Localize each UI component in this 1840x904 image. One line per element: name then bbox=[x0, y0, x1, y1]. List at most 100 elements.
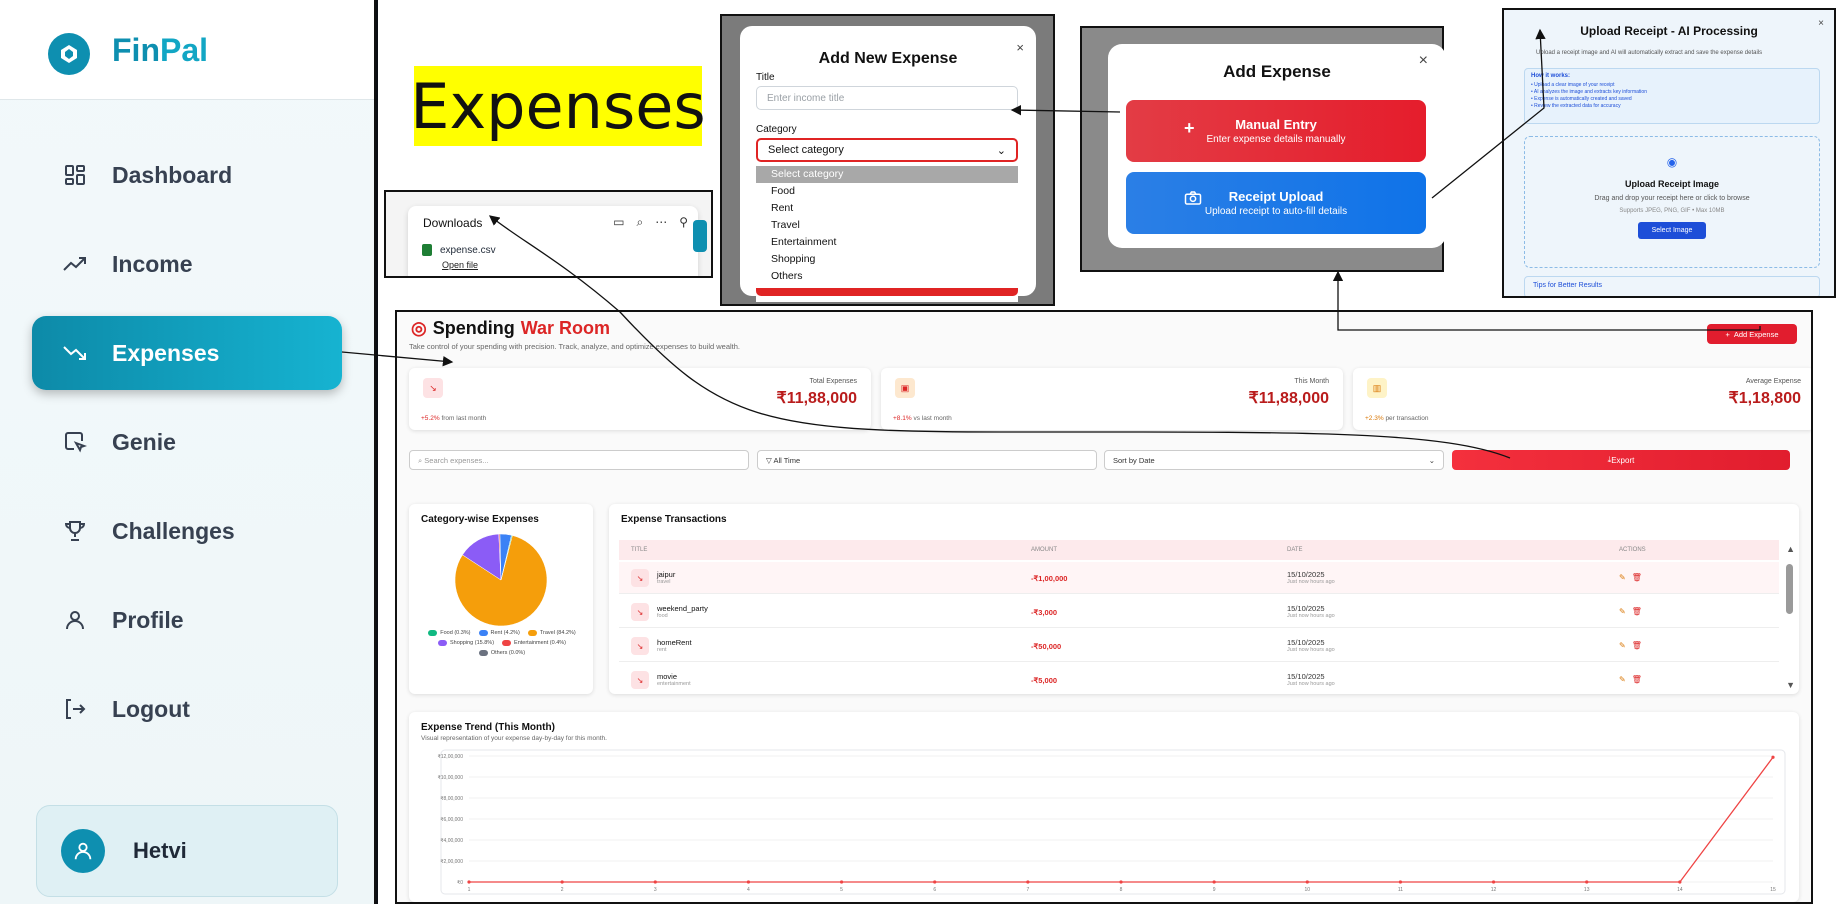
data-point[interactable] bbox=[1491, 880, 1496, 884]
stat-footer: +5.2% from last month bbox=[421, 415, 487, 422]
close-icon[interactable]: × bbox=[1419, 52, 1428, 70]
data-point[interactable] bbox=[1119, 880, 1123, 884]
table-row[interactable]: ↘ jaipur travel -₹1,00,000 15/10/2025 Ju… bbox=[619, 562, 1779, 594]
how-item: • Expense is automatically created and s… bbox=[1531, 96, 1632, 102]
series-line bbox=[469, 756, 1774, 883]
data-point[interactable] bbox=[1585, 880, 1589, 884]
export-button[interactable]: ⤓ Export bbox=[1452, 450, 1790, 470]
edit-icon[interactable]: ✎ bbox=[1619, 641, 1626, 650]
table-row[interactable]: ↘ movie entertainment -₹5,000 15/10/2025… bbox=[619, 664, 1779, 696]
column-header: TITLE bbox=[631, 547, 648, 553]
data-point[interactable] bbox=[1678, 880, 1682, 884]
data-point[interactable] bbox=[746, 880, 751, 884]
sidebar: FinPal Dashboard Income Expenses Genie C… bbox=[0, 0, 376, 904]
delete-icon[interactable]: 🗑 bbox=[1632, 607, 1642, 616]
sort-select[interactable]: Sort by Date ⌄ bbox=[1104, 450, 1444, 470]
category-option[interactable]: Entertainment bbox=[756, 234, 1018, 251]
app-logo-text[interactable]: FinPal bbox=[112, 32, 208, 69]
card-title: Expense Transactions bbox=[621, 514, 727, 525]
user-card[interactable]: Hetvi bbox=[36, 805, 338, 897]
data-point[interactable] bbox=[467, 880, 471, 884]
category-option[interactable]: Food bbox=[756, 183, 1018, 200]
select-image-button[interactable]: Select Image bbox=[1637, 222, 1707, 239]
card-subtitle: Visual representation of your expense da… bbox=[421, 735, 607, 742]
legend-item: Travel (84.2%) bbox=[527, 630, 576, 636]
how-item: • Upload a clear image of your receipt bbox=[1531, 82, 1615, 88]
category-option[interactable]: Others bbox=[756, 268, 1018, 285]
logo-icon[interactable] bbox=[48, 33, 90, 75]
sidebar-item-label: Genie bbox=[112, 428, 176, 455]
data-point[interactable] bbox=[1305, 880, 1309, 884]
folder-icon[interactable]: ▭ bbox=[613, 215, 624, 230]
edit-icon[interactable]: ✎ bbox=[1619, 573, 1626, 582]
submit-bar[interactable] bbox=[756, 288, 1018, 296]
receipt-drop-zone[interactable]: ◉ Upload Receipt Image Drag and drop you… bbox=[1524, 136, 1820, 268]
downloads-popup: Downloads ▭ ⌕ ⋯ ⚲ expense.csv Open file bbox=[408, 206, 698, 276]
category-select[interactable]: Select category ⌄ bbox=[756, 138, 1018, 162]
edit-icon[interactable]: ✎ bbox=[1619, 607, 1626, 616]
more-icon[interactable]: ⋯ bbox=[655, 215, 667, 230]
trend-up-icon bbox=[60, 254, 90, 274]
title-input[interactable]: Enter income title bbox=[756, 86, 1018, 110]
tips-section[interactable]: Tips for Better Results bbox=[1524, 276, 1820, 296]
receipt-upload-button[interactable]: Receipt Upload Upload receipt to auto-fi… bbox=[1126, 172, 1426, 234]
scroll-down-arrow[interactable]: ▼ bbox=[1786, 680, 1795, 690]
sidebar-item-profile[interactable]: Profile bbox=[32, 583, 342, 657]
data-point[interactable] bbox=[1212, 880, 1216, 884]
open-file-link[interactable]: Open file bbox=[442, 260, 478, 270]
trend-down-icon: ↘ bbox=[631, 637, 649, 655]
download-item[interactable]: expense.csv bbox=[422, 244, 496, 256]
transactions-card: Expense Transactions TITLE AMOUNT DATE A… bbox=[609, 504, 1799, 694]
manual-entry-button[interactable]: + Manual Entry Enter expense details man… bbox=[1126, 100, 1426, 162]
button-title: Receipt Upload bbox=[1228, 189, 1324, 204]
pin-icon[interactable]: ⚲ bbox=[679, 215, 688, 230]
delete-icon[interactable]: 🗑 bbox=[1632, 641, 1642, 650]
category-option[interactable]: Select category bbox=[756, 166, 1018, 183]
table-row[interactable]: ↘ homeRent rent -₹50,000 15/10/2025 Just… bbox=[619, 630, 1779, 662]
close-icon[interactable]: × bbox=[1818, 18, 1824, 29]
stat-value: ₹11,88,000 bbox=[776, 390, 857, 407]
sidebar-item-expenses[interactable]: Expenses bbox=[32, 316, 342, 390]
button-subtitle: Enter expense details manually bbox=[1206, 134, 1346, 145]
stat-card-average: ▥ Average Expense ₹1,18,800 +2.3% per tr… bbox=[1353, 368, 1811, 430]
edit-icon[interactable]: ✎ bbox=[1619, 675, 1626, 684]
scrollbar-thumb[interactable] bbox=[1786, 564, 1793, 614]
sidebar-item-dashboard[interactable]: Dashboard bbox=[32, 138, 342, 212]
stat-footer: +8.1% vs last month bbox=[893, 415, 952, 422]
close-icon[interactable]: × bbox=[1016, 40, 1024, 55]
category-option[interactable]: Shopping bbox=[756, 251, 1018, 268]
sidebar-item-genie[interactable]: Genie bbox=[32, 405, 342, 479]
row-actions: ✎ 🗑 bbox=[1619, 675, 1642, 684]
data-point[interactable] bbox=[1026, 880, 1030, 884]
delete-icon[interactable]: 🗑 bbox=[1632, 573, 1642, 582]
data-point[interactable] bbox=[1771, 755, 1775, 759]
stat-value: ₹11,88,000 bbox=[1248, 390, 1329, 407]
add-expense-button[interactable]: + Add Expense bbox=[1707, 324, 1797, 344]
data-point[interactable] bbox=[560, 880, 564, 884]
category-option[interactable]: Travel bbox=[756, 217, 1018, 234]
line-chart: ₹0 ₹2,00,000 ₹4,00,000 ₹6,00,000 ₹8,00,000 ₹1… bbox=[438, 749, 1786, 895]
data-point[interactable] bbox=[839, 880, 844, 884]
how-it-works-box: How it works: • Upload a clear image of … bbox=[1524, 68, 1820, 124]
time-filter[interactable]: ▽ All Time bbox=[757, 450, 1097, 470]
sidebar-item-logout[interactable]: Logout bbox=[32, 672, 342, 746]
logout-icon bbox=[60, 697, 90, 721]
drop-subtitle: Drag and drop your receipt here or click… bbox=[1594, 195, 1750, 202]
sidebar-item-income[interactable]: Income bbox=[32, 227, 342, 301]
receipt-ai-frame: Upload Receipt - AI Processing × Upload … bbox=[1502, 8, 1836, 298]
x-tick-label: 8 bbox=[1120, 887, 1123, 893]
data-point[interactable] bbox=[933, 880, 937, 884]
scroll-up-arrow[interactable]: ▲ bbox=[1786, 544, 1795, 554]
data-point[interactable] bbox=[653, 880, 657, 884]
search-input[interactable]: ⌕ Search expenses... bbox=[409, 450, 749, 470]
category-option[interactable]: Rent bbox=[756, 200, 1018, 217]
table-row[interactable]: ↘ weekend_party food -₹3,000 15/10/2025 … bbox=[619, 596, 1779, 628]
data-point[interactable] bbox=[1398, 880, 1403, 884]
side-panel-tab[interactable] bbox=[693, 220, 707, 252]
x-tick-label: 1 bbox=[468, 887, 471, 893]
delete-icon[interactable]: 🗑 bbox=[1632, 675, 1642, 684]
row-date: 15/10/2025 bbox=[1287, 604, 1325, 613]
how-item: • AI analyzes the image and extracts key… bbox=[1531, 89, 1647, 95]
search-icon[interactable]: ⌕ bbox=[636, 215, 643, 230]
sidebar-item-challenges[interactable]: Challenges bbox=[32, 494, 342, 568]
